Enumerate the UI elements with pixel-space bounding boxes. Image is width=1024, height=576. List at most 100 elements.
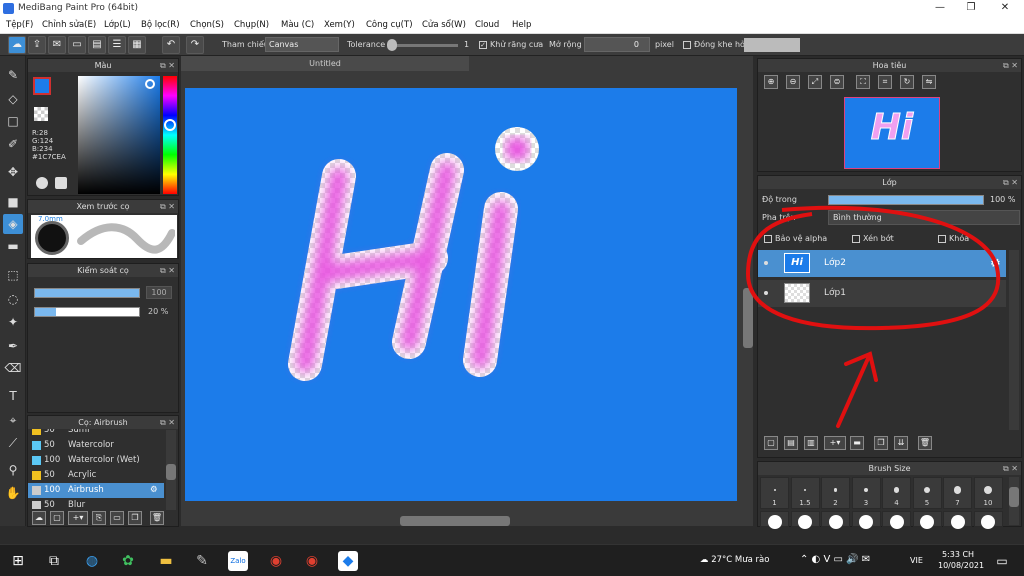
bucket-tool-icon[interactable]: ◈ — [3, 214, 23, 234]
panel-close-icon[interactable]: ⧉ ✕ — [160, 264, 175, 277]
panel-close-icon[interactable]: ⧉ ✕ — [1003, 176, 1018, 189]
brush-size-cell-large[interactable] — [943, 511, 972, 529]
new-layer-icon[interactable]: ▢ — [764, 436, 778, 450]
menu-layer[interactable]: Lớp(L) — [104, 20, 131, 30]
brush-size-cell-large[interactable] — [790, 511, 820, 529]
brush-item[interactable]: 50 Sumi — [28, 429, 164, 438]
menu-help[interactable]: Help — [512, 20, 531, 30]
weather-text[interactable]: 27°C Mưa rào — [711, 555, 769, 565]
redo-icon[interactable]: ↷ — [186, 36, 204, 54]
grid-icon[interactable]: ▦ — [128, 36, 146, 54]
move-tool-icon[interactable]: ✥ — [3, 162, 23, 182]
lasso-tool-icon[interactable]: ◌ — [3, 289, 23, 309]
minimize-button[interactable]: — — [925, 0, 955, 17]
select-eraser-icon[interactable]: ⌫ — [3, 358, 23, 378]
menu-file[interactable]: Tệp(F) — [6, 20, 33, 30]
brush-item[interactable]: 50 Acrylic — [28, 468, 164, 483]
new-brush-icon[interactable]: ▢ — [50, 511, 64, 525]
brush-item[interactable]: 50 Blur — [28, 498, 164, 509]
brush-item[interactable]: 100 Watercolor (Wet) — [28, 453, 164, 468]
task-view-icon[interactable]: ⧉ — [44, 551, 64, 571]
eyedropper-icon[interactable]: ⚲ — [3, 460, 23, 480]
brush-cloud-icon[interactable]: ☁ — [32, 511, 46, 525]
navigator-thumbnail[interactable]: Hi — [844, 97, 940, 169]
panel-close-icon[interactable]: ⧉ ✕ — [1003, 59, 1018, 72]
undo-icon[interactable]: ↶ — [162, 36, 180, 54]
chrome-icon[interactable]: ◉ — [266, 551, 286, 571]
windows-start-icon[interactable]: ⊞ — [8, 551, 28, 571]
brush-size-cell-large[interactable] — [760, 511, 789, 529]
clock[interactable]: 5:33 CH 10/08/2021 — [938, 549, 984, 571]
zoom-reset-icon[interactable]: ⊜ — [830, 75, 844, 89]
brush-size-cell-large[interactable] — [821, 511, 850, 529]
list-icon[interactable]: ☰ — [108, 36, 126, 54]
menu-window[interactable]: Cửa sổ(W) — [422, 20, 466, 30]
antialias-checkbox[interactable]: ✓ — [479, 40, 487, 49]
language-indicator[interactable]: VIE — [910, 556, 923, 565]
zalo-icon[interactable]: Zalo — [228, 551, 248, 571]
chrome-icon-2[interactable]: ◉ — [302, 551, 322, 571]
brush-size-cell-large[interactable] — [882, 511, 911, 529]
add-layer-menu-icon[interactable]: +▾ — [824, 436, 846, 450]
panel-close-icon[interactable]: ⧉ ✕ — [160, 59, 175, 72]
palette-icon[interactable] — [36, 177, 48, 189]
brush-folder-icon[interactable]: ▭ — [110, 511, 124, 525]
new-halftone-layer-icon[interactable]: ▤ — [784, 436, 798, 450]
hand-tool-icon[interactable]: ✋ — [3, 483, 23, 503]
brush-size-cell[interactable]: 3 — [851, 477, 881, 509]
delete-brush-icon[interactable]: 🗑 — [150, 511, 164, 525]
zoom-out-icon[interactable]: ⊖ — [786, 75, 800, 89]
menu-view[interactable]: Xem(Y) — [324, 20, 355, 30]
operation-tool-icon[interactable]: ⌖ — [3, 410, 23, 430]
weather-icon[interactable]: ☁ — [700, 555, 711, 565]
copy-brush-icon[interactable]: ⎘ — [92, 511, 106, 525]
brush-size-cell[interactable]: 10 — [973, 477, 1003, 509]
zoom-fit-icon[interactable]: ⤢ — [808, 75, 822, 89]
dot-tool-icon[interactable]: □ — [3, 111, 23, 131]
comment-icon[interactable]: ▭ — [68, 36, 86, 54]
brush-size-cell-large[interactable] — [851, 511, 881, 529]
canvas-horizontal-scrollbar[interactable] — [185, 516, 741, 526]
expand-input[interactable]: 0 — [584, 37, 650, 52]
saturation-value-picker[interactable] — [78, 76, 160, 194]
brush-opacity-slider[interactable] — [34, 307, 140, 317]
magic-wand-icon[interactable]: ✦ — [3, 312, 23, 332]
brush-tool-icon[interactable]: ✎ — [3, 65, 23, 85]
brush-size-cell-large[interactable] — [973, 511, 1003, 529]
gap-close-slider[interactable] — [744, 38, 800, 52]
medibang-icon[interactable]: ◆ — [338, 551, 358, 571]
menu-cloud[interactable]: Cloud — [475, 20, 499, 30]
layer-folder-icon[interactable]: ▬ — [850, 436, 864, 450]
menu-color[interactable]: Màu (C) — [281, 20, 314, 30]
close-button[interactable]: ✕ — [990, 0, 1020, 17]
tolerance-slider[interactable] — [388, 44, 458, 47]
share-icon[interactable]: ⇪ — [28, 36, 46, 54]
eraser-tool-icon[interactable]: ◇ — [3, 89, 23, 109]
select-rect-tool-icon[interactable]: ⬚ — [3, 265, 23, 285]
canvas[interactable] — [185, 88, 737, 501]
select-pen-icon[interactable]: ✒ — [3, 336, 23, 356]
paint-app-icon[interactable]: ✎ — [192, 551, 212, 571]
foreground-color-swatch[interactable] — [33, 77, 51, 95]
merge-layer-icon[interactable]: ⇊ — [894, 436, 908, 450]
menu-capture[interactable]: Chụp(N) — [234, 20, 269, 30]
reference-select[interactable]: Canvas — [265, 37, 339, 52]
brush-size-cell[interactable]: 2 — [821, 477, 850, 509]
duplicate-layer-icon[interactable]: ❐ — [874, 436, 888, 450]
color-picker-icon[interactable] — [55, 177, 67, 189]
flip-icon[interactable]: ⇋ — [922, 75, 936, 89]
text-tool-icon[interactable]: T — [3, 386, 23, 406]
panel-close-icon[interactable]: ⧉ ✕ — [1003, 462, 1018, 475]
panel-close-icon[interactable]: ⧉ ✕ — [160, 416, 175, 429]
brush-size-cell[interactable]: 1 — [760, 477, 789, 509]
settings-app-icon[interactable]: ✿ — [118, 551, 138, 571]
divide-tool-icon[interactable]: ⟋ — [3, 433, 23, 453]
brush-settings-icon[interactable]: ⚙ — [150, 483, 158, 498]
hue-slider[interactable] — [163, 76, 177, 194]
actual-size-icon[interactable]: ⌗ — [878, 75, 892, 89]
brush-size-cell[interactable]: 7 — [943, 477, 972, 509]
cloud-icon[interactable]: ☁ — [8, 36, 26, 54]
maximize-button[interactable]: ❐ — [956, 0, 986, 17]
menu-select[interactable]: Chọn(S) — [190, 20, 224, 30]
brush-list-scrollbar[interactable] — [166, 430, 176, 510]
